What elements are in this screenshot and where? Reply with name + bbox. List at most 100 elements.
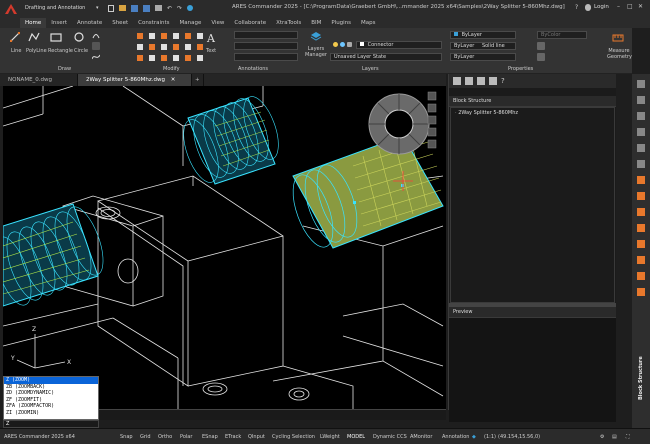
spline-icon[interactable] <box>91 53 101 61</box>
tab-constraints[interactable]: Constraints <box>133 18 174 28</box>
zoom-to-icon[interactable] <box>477 77 485 85</box>
tab-home[interactable]: Home <box>20 18 47 28</box>
status-annotation[interactable]: Annotation <box>442 432 469 442</box>
tab-manage[interactable]: Manage <box>175 18 207 28</box>
user-icon[interactable] <box>585 4 591 11</box>
minimize-icon[interactable]: – <box>617 3 620 10</box>
new-icon[interactable] <box>108 5 114 12</box>
arc-icon[interactable] <box>92 31 100 39</box>
tree-expander-icon[interactable]: · <box>455 110 457 116</box>
open-icon[interactable] <box>119 5 126 11</box>
list-properties-icon[interactable] <box>537 53 545 61</box>
layers-panel-label: Layers <box>362 66 379 72</box>
polyline-icon[interactable] <box>28 32 40 42</box>
layer-state-icon[interactable] <box>333 42 338 47</box>
save-as-icon[interactable] <box>143 5 150 12</box>
rectangle-icon[interactable] <box>50 32 62 42</box>
hatch-icon[interactable] <box>92 42 100 50</box>
table-style-select[interactable] <box>234 53 298 61</box>
text-icon[interactable]: A <box>206 32 216 45</box>
tab-collaborate[interactable]: Collaborate <box>229 18 271 28</box>
ucs-axis-icon <box>16 334 66 369</box>
layer-freeze-icon[interactable] <box>340 42 345 47</box>
side-tool-icons[interactable] <box>635 78 647 348</box>
status-ortho[interactable]: Ortho <box>158 432 172 442</box>
workspace-select[interactable]: Drafting and Annotation <box>22 5 96 13</box>
linetype-style-value: Solid line <box>481 43 505 49</box>
tab-maps[interactable]: Maps <box>356 18 380 28</box>
status-cycling-selection[interactable]: Cycling Selection <box>272 432 315 442</box>
save-icon[interactable] <box>131 5 138 12</box>
workspace-dropdown-icon[interactable]: ▾ <box>96 5 99 11</box>
status-fullscreen-icon[interactable]: ⛶ <box>626 432 630 442</box>
tab-plugins[interactable]: Plugins <box>326 18 356 28</box>
navigation-wheel[interactable] <box>368 93 430 155</box>
connector-cylinder-left[interactable] <box>3 202 110 309</box>
tab-bim[interactable]: BIM <box>306 18 326 28</box>
measure-geometry-icon[interactable] <box>612 32 624 44</box>
tab-sheet[interactable]: Sheet <box>107 18 133 28</box>
tab-view[interactable]: View <box>206 18 229 28</box>
plot-style-select[interactable]: ByColor <box>537 31 587 39</box>
tree-view-icon[interactable] <box>453 77 461 85</box>
linetype-select[interactable]: ByLayer Solid line <box>450 42 516 50</box>
command-line-input[interactable]: Z <box>3 420 99 428</box>
layer-select[interactable]: Connector <box>356 41 442 49</box>
layer-lock-icon[interactable] <box>347 42 352 47</box>
tab-xtratools[interactable]: XtraTools <box>271 18 306 28</box>
tab-annotate[interactable]: Annotate <box>72 18 107 28</box>
lineweight-select[interactable]: ByLayer <box>450 53 516 61</box>
drawing-viewport: Z X Y <box>3 86 444 409</box>
quick-access-toolbar: ↶ ↷ <box>108 5 228 13</box>
circle-icon[interactable] <box>74 32 84 42</box>
connector-cylinder-top[interactable] <box>177 92 286 187</box>
status-lweight[interactable]: LWeight <box>320 432 340 442</box>
status-etrack[interactable]: ETrack <box>225 432 241 442</box>
status-amonitor[interactable]: AMonitor <box>410 432 432 442</box>
status-snap[interactable]: Snap <box>120 432 133 442</box>
tab-insert[interactable]: Insert <box>46 18 72 28</box>
grid-view-icon[interactable] <box>465 77 473 85</box>
modify-tools-icon[interactable] <box>135 31 210 63</box>
status-tools-icon[interactable]: ▤ <box>612 432 617 442</box>
block-tree-item[interactable]: · 2Way Splitter 5-860Mhz <box>451 108 614 118</box>
binoculars-icon[interactable] <box>489 77 497 85</box>
color-select[interactable]: ByLayer <box>450 31 516 39</box>
status-settings-icon[interactable]: ⚙ <box>600 432 604 442</box>
status-qinput[interactable]: QInput <box>248 432 265 442</box>
viewport-tools[interactable] <box>427 91 437 149</box>
status-dynamic-ccs[interactable]: Dynamic CCS <box>373 432 407 442</box>
drawing-canvas[interactable]: Z X Y <box>3 86 446 409</box>
status-polar[interactable]: Polar <box>180 432 192 442</box>
status-esnap[interactable]: ESnap <box>202 432 218 442</box>
login-link[interactable]: Login <box>594 4 609 10</box>
maximize-icon[interactable]: □ <box>627 3 633 10</box>
transparency-icon[interactable] <box>537 42 545 50</box>
ucs-x-label: X <box>67 359 71 366</box>
help-question-icon[interactable]: ? <box>501 77 505 85</box>
new-tab-button[interactable]: + <box>192 74 204 86</box>
dimension-style-select[interactable] <box>234 42 298 50</box>
close-icon[interactable]: ✕ <box>638 3 643 10</box>
status-model[interactable]: MODEL <box>347 432 365 442</box>
status-scale[interactable]: (1:1) <box>484 432 496 442</box>
block-structure-vertical-label[interactable]: Block Structure <box>638 354 644 400</box>
layer-color-swatch <box>360 42 364 46</box>
tab-close-icon[interactable]: ✕ <box>171 77 176 83</box>
help-icon[interactable]: ? <box>575 4 578 11</box>
undo-icon[interactable]: ↶ <box>167 5 172 13</box>
tab-2way-splitter[interactable]: 2Way Splitter 5-860Mhz.dwg ✕ <box>78 74 192 86</box>
share-icon[interactable] <box>187 5 194 11</box>
status-grid[interactable]: Grid <box>140 432 151 442</box>
layer-state-select[interactable]: Unsaved Layer State <box>330 53 442 61</box>
app-logo-icon[interactable] <box>4 3 18 15</box>
layers-manager-icon[interactable] <box>310 31 322 43</box>
tab-noname[interactable]: NONAME_0.dwg <box>0 74 78 86</box>
status-annotation-scale-icon[interactable]: ◆ <box>472 432 476 442</box>
connector-cylinder-selected[interactable] <box>285 135 444 252</box>
command-option[interactable]: ZI (ZOOMIN) <box>4 410 98 417</box>
print-icon[interactable] <box>155 5 162 11</box>
text-style-select[interactable] <box>234 31 298 39</box>
redo-icon[interactable]: ↷ <box>177 5 182 13</box>
line-icon[interactable] <box>9 31 21 43</box>
